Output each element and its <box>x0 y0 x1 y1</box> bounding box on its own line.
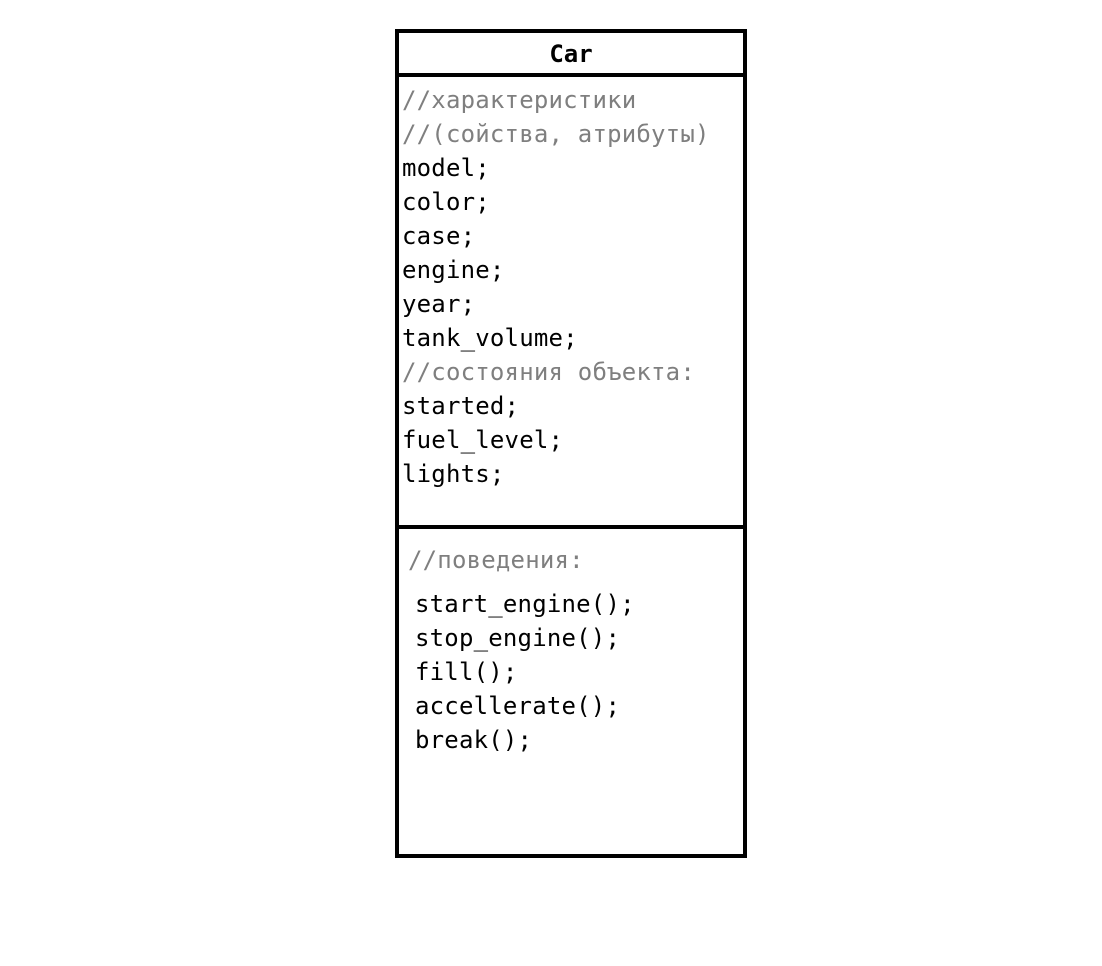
method-break: break(); <box>415 726 533 754</box>
attribute-comment: //(сойства, атрибуты) <box>402 120 710 148</box>
class-name: Car <box>399 33 743 77</box>
attribute-model: model; <box>402 154 490 182</box>
attributes-section: //характеристики //(сойства, атрибуты) m… <box>399 77 743 529</box>
methods-comment: //поведения: <box>408 546 584 574</box>
attribute-tank-volume: tank_volume; <box>402 324 578 352</box>
uml-class-car: Car //характеристики //(сойства, атрибут… <box>395 29 747 858</box>
attribute-color: color; <box>402 188 490 216</box>
attribute-started: started; <box>402 392 520 420</box>
attribute-lights: lights; <box>402 460 505 488</box>
attribute-comment: //характеристики <box>402 86 637 114</box>
attribute-case: case; <box>402 222 476 250</box>
attribute-engine: engine; <box>402 256 505 284</box>
method-stop-engine: stop_engine(); <box>415 624 621 652</box>
methods-section: //поведения: start_engine(); stop_engine… <box>399 529 743 757</box>
method-accellerate: accellerate(); <box>415 692 621 720</box>
method-fill: fill(); <box>415 658 518 686</box>
attribute-fuel-level: fuel_level; <box>402 426 564 454</box>
method-start-engine: start_engine(); <box>415 590 635 618</box>
state-comment: //состояния объекта: <box>402 358 695 386</box>
attribute-year: year; <box>402 290 476 318</box>
